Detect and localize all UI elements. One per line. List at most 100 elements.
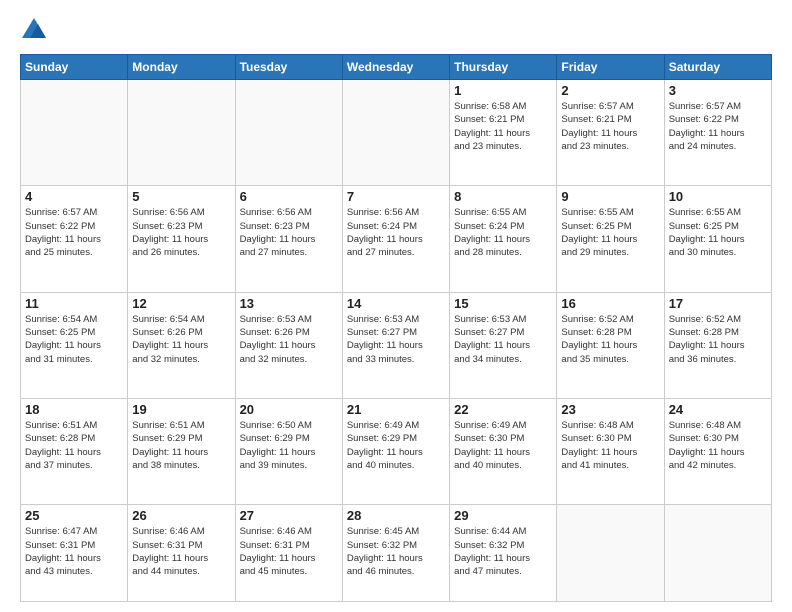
day-number: 24 [669, 402, 767, 417]
day-number: 7 [347, 189, 445, 204]
calendar-cell: 9 Sunrise: 6:55 AM Sunset: 6:25 PM Daylig… [557, 186, 664, 292]
day-info: Sunrise: 6:51 AM Sunset: 6:28 PM Dayligh… [25, 419, 123, 472]
weekday-header: Friday [557, 55, 664, 80]
day-info: Sunrise: 6:53 AM Sunset: 6:27 PM Dayligh… [347, 313, 445, 366]
day-info: Sunrise: 6:55 AM Sunset: 6:25 PM Dayligh… [561, 206, 659, 259]
day-info: Sunrise: 6:55 AM Sunset: 6:24 PM Dayligh… [454, 206, 552, 259]
day-number: 29 [454, 508, 552, 523]
calendar-cell [342, 80, 449, 186]
day-info: Sunrise: 6:50 AM Sunset: 6:29 PM Dayligh… [240, 419, 338, 472]
day-info: Sunrise: 6:53 AM Sunset: 6:26 PM Dayligh… [240, 313, 338, 366]
day-number: 28 [347, 508, 445, 523]
day-number: 15 [454, 296, 552, 311]
weekday-header: Thursday [450, 55, 557, 80]
day-number: 3 [669, 83, 767, 98]
day-info: Sunrise: 6:57 AM Sunset: 6:22 PM Dayligh… [25, 206, 123, 259]
day-info: Sunrise: 6:54 AM Sunset: 6:26 PM Dayligh… [132, 313, 230, 366]
day-info: Sunrise: 6:53 AM Sunset: 6:27 PM Dayligh… [454, 313, 552, 366]
calendar-cell: 8 Sunrise: 6:55 AM Sunset: 6:24 PM Daylig… [450, 186, 557, 292]
calendar-cell: 28 Sunrise: 6:45 AM Sunset: 6:32 PM Dayli… [342, 505, 449, 602]
day-number: 21 [347, 402, 445, 417]
day-number: 22 [454, 402, 552, 417]
day-info: Sunrise: 6:48 AM Sunset: 6:30 PM Dayligh… [561, 419, 659, 472]
calendar-cell: 29 Sunrise: 6:44 AM Sunset: 6:32 PM Dayli… [450, 505, 557, 602]
calendar-cell: 20 Sunrise: 6:50 AM Sunset: 6:29 PM Dayli… [235, 398, 342, 504]
calendar-cell: 7 Sunrise: 6:56 AM Sunset: 6:24 PM Daylig… [342, 186, 449, 292]
calendar-cell: 24 Sunrise: 6:48 AM Sunset: 6:30 PM Dayli… [664, 398, 771, 504]
day-info: Sunrise: 6:56 AM Sunset: 6:23 PM Dayligh… [240, 206, 338, 259]
calendar-cell: 11Sunrise: 6:54 AM Sunset: 6:25 PM Dayli… [21, 292, 128, 398]
logo [20, 16, 52, 44]
calendar-cell: 5 Sunrise: 6:56 AM Sunset: 6:23 PM Daylig… [128, 186, 235, 292]
day-info: Sunrise: 6:48 AM Sunset: 6:30 PM Dayligh… [669, 419, 767, 472]
day-info: Sunrise: 6:49 AM Sunset: 6:30 PM Dayligh… [454, 419, 552, 472]
calendar-cell: 19 Sunrise: 6:51 AM Sunset: 6:29 PM Dayli… [128, 398, 235, 504]
day-number: 8 [454, 189, 552, 204]
day-number: 1 [454, 83, 552, 98]
calendar-cell: 17 Sunrise: 6:52 AM Sunset: 6:28 PM Dayli… [664, 292, 771, 398]
calendar-cell: 13 Sunrise: 6:53 AM Sunset: 6:26 PM Dayli… [235, 292, 342, 398]
calendar-cell [21, 80, 128, 186]
day-number: 12 [132, 296, 230, 311]
day-info: Sunrise: 6:57 AM Sunset: 6:22 PM Dayligh… [669, 100, 767, 153]
day-info: Sunrise: 6:54 AM Sunset: 6:25 PM Dayligh… [25, 313, 123, 366]
calendar-cell: 4 Sunrise: 6:57 AM Sunset: 6:22 PM Daylig… [21, 186, 128, 292]
day-number: 13 [240, 296, 338, 311]
day-info: Sunrise: 6:52 AM Sunset: 6:28 PM Dayligh… [669, 313, 767, 366]
day-number: 16 [561, 296, 659, 311]
day-number: 18 [25, 402, 123, 417]
day-number: 25 [25, 508, 123, 523]
calendar-cell: 1 Sunrise: 6:58 AM Sunset: 6:21 PM Daylig… [450, 80, 557, 186]
calendar-cell: 23 Sunrise: 6:48 AM Sunset: 6:30 PM Dayli… [557, 398, 664, 504]
day-number: 14 [347, 296, 445, 311]
day-info: Sunrise: 6:56 AM Sunset: 6:24 PM Dayligh… [347, 206, 445, 259]
weekday-header: Wednesday [342, 55, 449, 80]
day-info: Sunrise: 6:57 AM Sunset: 6:21 PM Dayligh… [561, 100, 659, 153]
day-info: Sunrise: 6:58 AM Sunset: 6:21 PM Dayligh… [454, 100, 552, 153]
day-info: Sunrise: 6:56 AM Sunset: 6:23 PM Dayligh… [132, 206, 230, 259]
logo-icon [20, 16, 48, 44]
day-info: Sunrise: 6:49 AM Sunset: 6:29 PM Dayligh… [347, 419, 445, 472]
day-info: Sunrise: 6:45 AM Sunset: 6:32 PM Dayligh… [347, 525, 445, 578]
weekday-header: Sunday [21, 55, 128, 80]
calendar-cell: 2 Sunrise: 6:57 AM Sunset: 6:21 PM Daylig… [557, 80, 664, 186]
calendar-cell: 18 Sunrise: 6:51 AM Sunset: 6:28 PM Dayli… [21, 398, 128, 504]
day-info: Sunrise: 6:51 AM Sunset: 6:29 PM Dayligh… [132, 419, 230, 472]
day-number: 26 [132, 508, 230, 523]
calendar-cell: 26 Sunrise: 6:46 AM Sunset: 6:31 PM Dayli… [128, 505, 235, 602]
calendar-cell: 6 Sunrise: 6:56 AM Sunset: 6:23 PM Daylig… [235, 186, 342, 292]
calendar-cell: 12 Sunrise: 6:54 AM Sunset: 6:26 PM Dayli… [128, 292, 235, 398]
weekday-header: Tuesday [235, 55, 342, 80]
header [20, 16, 772, 44]
calendar-table: SundayMondayTuesdayWednesdayThursdayFrid… [20, 54, 772, 602]
day-number: 6 [240, 189, 338, 204]
calendar-cell: 14 Sunrise: 6:53 AM Sunset: 6:27 PM Dayli… [342, 292, 449, 398]
day-info: Sunrise: 6:52 AM Sunset: 6:28 PM Dayligh… [561, 313, 659, 366]
page: SundayMondayTuesdayWednesdayThursdayFrid… [0, 0, 792, 612]
day-info: Sunrise: 6:46 AM Sunset: 6:31 PM Dayligh… [240, 525, 338, 578]
calendar-cell [557, 505, 664, 602]
day-number: 2 [561, 83, 659, 98]
calendar-cell [235, 80, 342, 186]
calendar-cell [128, 80, 235, 186]
day-number: 9 [561, 189, 659, 204]
day-number: 17 [669, 296, 767, 311]
day-number: 4 [25, 189, 123, 204]
day-info: Sunrise: 6:47 AM Sunset: 6:31 PM Dayligh… [25, 525, 123, 578]
calendar-cell [664, 505, 771, 602]
day-number: 23 [561, 402, 659, 417]
weekday-header: Saturday [664, 55, 771, 80]
day-info: Sunrise: 6:55 AM Sunset: 6:25 PM Dayligh… [669, 206, 767, 259]
day-info: Sunrise: 6:44 AM Sunset: 6:32 PM Dayligh… [454, 525, 552, 578]
calendar-cell: 3 Sunrise: 6:57 AM Sunset: 6:22 PM Daylig… [664, 80, 771, 186]
calendar-cell: 15 Sunrise: 6:53 AM Sunset: 6:27 PM Dayli… [450, 292, 557, 398]
calendar-cell: 22 Sunrise: 6:49 AM Sunset: 6:30 PM Dayli… [450, 398, 557, 504]
calendar-cell: 25 Sunrise: 6:47 AM Sunset: 6:31 PM Dayli… [21, 505, 128, 602]
day-number: 19 [132, 402, 230, 417]
day-number: 20 [240, 402, 338, 417]
day-number: 5 [132, 189, 230, 204]
day-number: 27 [240, 508, 338, 523]
calendar-cell: 16 Sunrise: 6:52 AM Sunset: 6:28 PM Dayli… [557, 292, 664, 398]
day-info: Sunrise: 6:46 AM Sunset: 6:31 PM Dayligh… [132, 525, 230, 578]
calendar-cell: 10Sunrise: 6:55 AM Sunset: 6:25 PM Dayli… [664, 186, 771, 292]
